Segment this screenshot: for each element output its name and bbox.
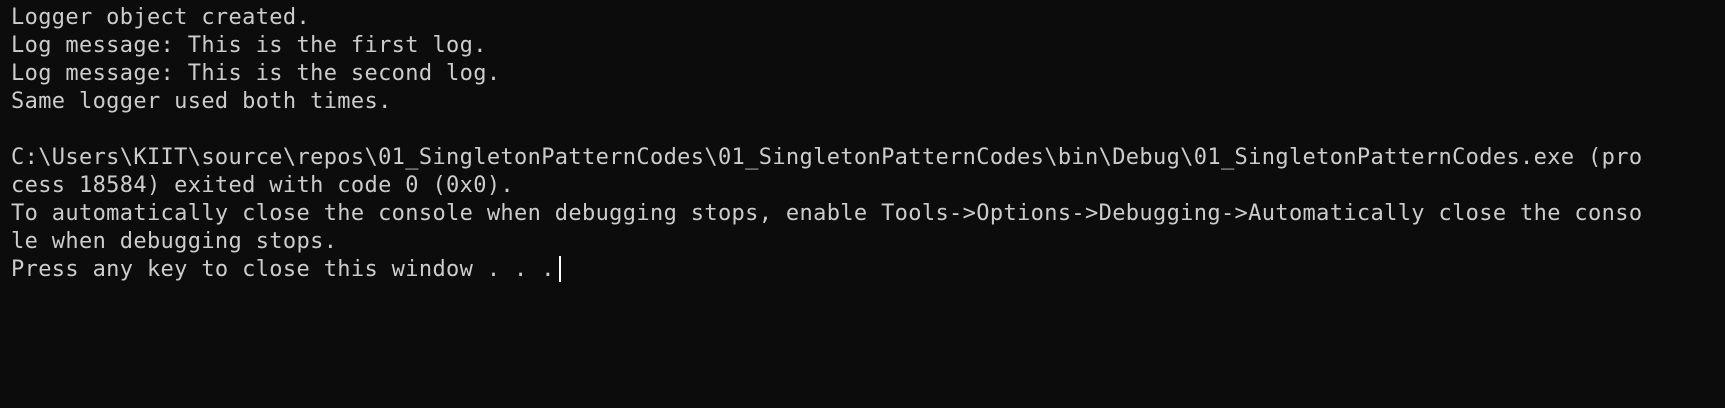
output-line-blank xyxy=(11,116,1725,144)
output-line-first-log: Log message: This is the first log. xyxy=(11,33,487,58)
output-line-auto-close-hint: To automatically close the console when … xyxy=(11,201,1643,226)
output-line-logger-created: Logger object created. xyxy=(11,5,311,30)
output-line-exe-path: C:\Users\KIIT\source\repos\01_SingletonP… xyxy=(11,145,1643,170)
press-any-key-prompt: Press any key to close this window . . . xyxy=(11,257,555,282)
output-line-exit-code: cess 18584) exited with code 0 (0x0). xyxy=(11,173,515,198)
text-cursor xyxy=(558,256,561,282)
prompt-line: Press any key to close this window . . . xyxy=(11,256,1725,284)
output-line-second-log: Log message: This is the second log. xyxy=(11,61,501,86)
console-window[interactable]: Logger object created. Log message: This… xyxy=(0,0,1725,408)
output-line-same-logger: Same logger used both times. xyxy=(11,89,392,114)
output-line-auto-close-hint-continued: le when debugging stops. xyxy=(11,229,338,254)
